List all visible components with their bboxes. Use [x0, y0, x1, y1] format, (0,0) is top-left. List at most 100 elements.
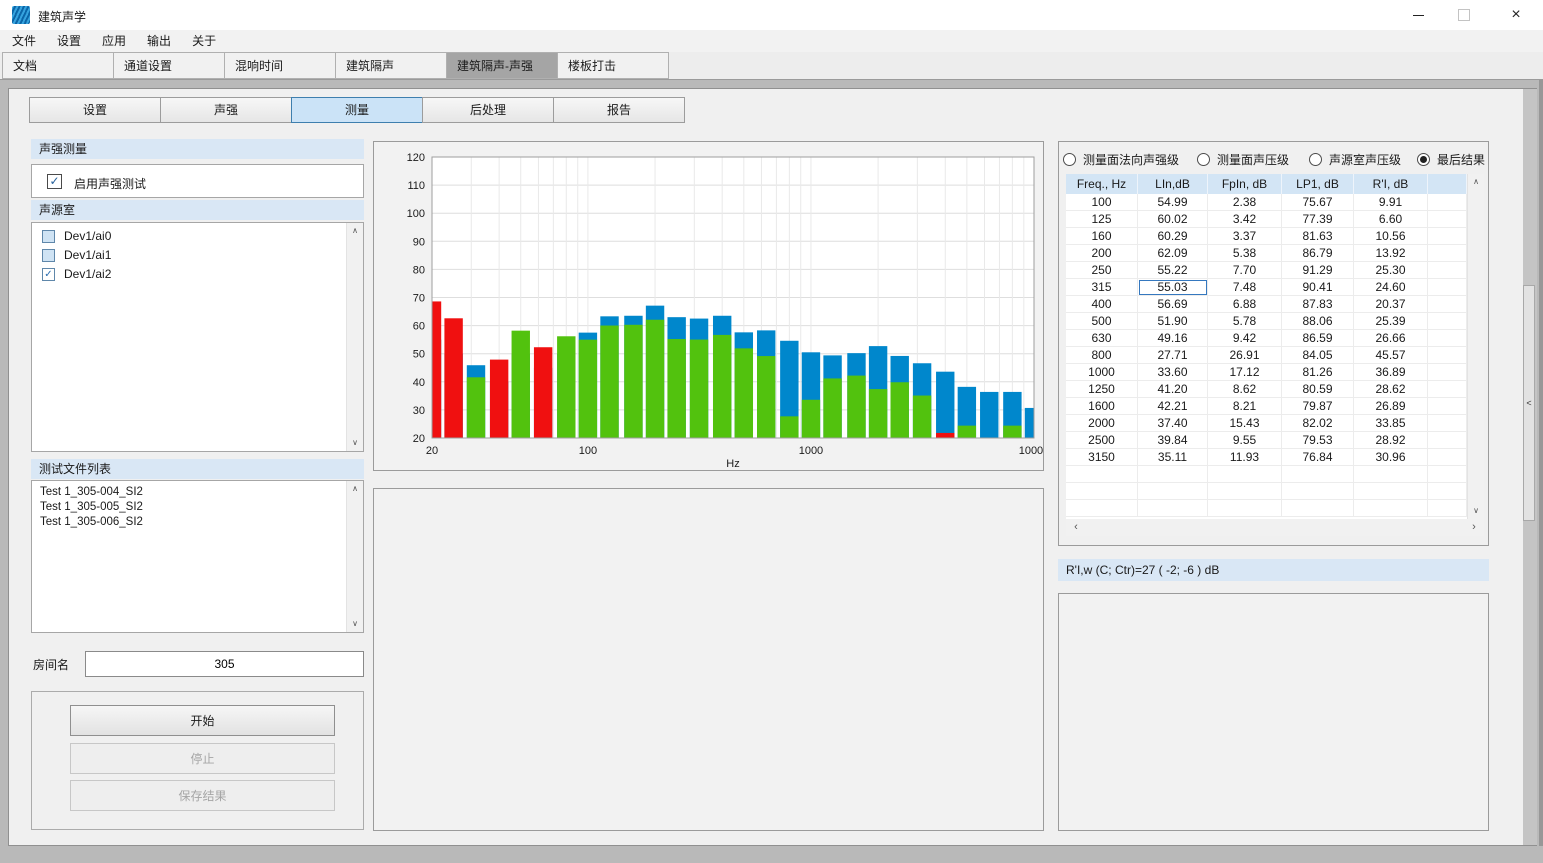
table-cell[interactable]: 27.71 [1138, 347, 1208, 364]
table-cell[interactable]: 26.89 [1354, 398, 1428, 415]
table-cell[interactable] [1428, 211, 1467, 228]
menu-item-settings[interactable]: 设置 [57, 30, 81, 52]
table-cell[interactable]: 41.20 [1138, 381, 1208, 398]
table-cell[interactable] [1282, 466, 1354, 483]
table-cell[interactable]: 9.42 [1208, 330, 1282, 347]
table-cell[interactable]: 84.05 [1282, 347, 1354, 364]
table-cell[interactable]: 30.96 [1354, 449, 1428, 466]
table-cell[interactable]: 26.91 [1208, 347, 1282, 364]
radio-icon[interactable] [1197, 153, 1210, 166]
menu-item-output[interactable]: 输出 [147, 30, 171, 52]
table-cell[interactable]: 80.59 [1282, 381, 1354, 398]
tab-channel-settings[interactable]: 通道设置 [113, 52, 225, 79]
enable-intensity-checkbox[interactable]: ✓ [47, 174, 62, 189]
radio-icon[interactable] [1417, 153, 1430, 166]
channel-checkbox[interactable] [42, 230, 55, 243]
table-cell[interactable] [1066, 483, 1138, 500]
menu-item-application[interactable]: 应用 [102, 30, 126, 52]
subtab-settings[interactable]: 设置 [29, 97, 161, 123]
table-cell[interactable]: 51.90 [1138, 313, 1208, 330]
table-cell[interactable] [1428, 313, 1467, 330]
table-cell[interactable]: 125 [1066, 211, 1138, 228]
table-cell[interactable]: 76.84 [1282, 449, 1354, 466]
menu-item-about[interactable]: 关于 [192, 30, 216, 52]
table-cell[interactable]: 160 [1066, 228, 1138, 245]
tab-floor-impact[interactable]: 楼板打击 [557, 52, 669, 79]
table-cell[interactable]: 33.85 [1354, 415, 1428, 432]
tab-building-insulation-intensity[interactable]: 建筑隔声-声强 [446, 52, 558, 79]
channel-checkbox[interactable] [42, 249, 55, 262]
table-cell[interactable]: 3.42 [1208, 211, 1282, 228]
table-cell[interactable] [1282, 483, 1354, 500]
table-cell[interactable]: 87.83 [1282, 296, 1354, 313]
source-channel-item[interactable]: Dev1/ai0 [32, 227, 363, 246]
table-cell[interactable]: 36.89 [1354, 364, 1428, 381]
radio-final-result[interactable]: 最后结果 [1417, 151, 1485, 167]
table-cell[interactable]: 9.91 [1354, 194, 1428, 211]
table-cell[interactable]: 45.57 [1354, 347, 1428, 364]
test-file-item[interactable]: Test 1_305-006_SI2 [32, 515, 363, 530]
table-cell[interactable]: 25.30 [1354, 262, 1428, 279]
table-cell[interactable] [1354, 466, 1428, 483]
table-cell[interactable]: 3.37 [1208, 228, 1282, 245]
table-cell[interactable] [1428, 483, 1467, 500]
table-cell[interactable] [1282, 500, 1354, 517]
table-cell[interactable]: 630 [1066, 330, 1138, 347]
test-file-item[interactable]: Test 1_305-005_SI2 [32, 500, 363, 515]
scroll-up-icon[interactable]: ∧ [347, 481, 363, 497]
table-cell[interactable]: 200 [1066, 245, 1138, 262]
radio-icon[interactable] [1309, 153, 1322, 166]
scroll-right-icon[interactable]: › [1466, 519, 1482, 536]
radio-icon[interactable] [1063, 153, 1076, 166]
table-cell[interactable] [1138, 500, 1208, 517]
table-cell[interactable] [1428, 279, 1467, 296]
radio-surface-sound-pressure-level[interactable]: 测量面声压级 [1197, 151, 1289, 167]
table-cell[interactable]: 6.60 [1354, 211, 1428, 228]
table-cell[interactable]: 10.56 [1354, 228, 1428, 245]
table-cell[interactable]: 6.88 [1208, 296, 1282, 313]
table-cell[interactable]: 79.87 [1282, 398, 1354, 415]
table-vertical-scrollbar[interactable]: ∧∨ [1467, 174, 1484, 519]
table-cell[interactable] [1428, 245, 1467, 262]
table-cell[interactable]: 86.79 [1282, 245, 1354, 262]
table-cell[interactable]: 250 [1066, 262, 1138, 279]
table-cell[interactable] [1428, 330, 1467, 347]
table-cell[interactable]: 400 [1066, 296, 1138, 313]
table-cell[interactable]: 28.92 [1354, 432, 1428, 449]
scroll-down-icon[interactable]: ∨ [1468, 503, 1484, 519]
table-cell[interactable]: 315 [1066, 279, 1138, 296]
table-cell[interactable] [1428, 381, 1467, 398]
table-cell[interactable]: 28.62 [1354, 381, 1428, 398]
table-cell[interactable]: 8.62 [1208, 381, 1282, 398]
tab-building-insulation[interactable]: 建筑隔声 [335, 52, 447, 79]
table-cell[interactable]: 49.16 [1138, 330, 1208, 347]
menu-item-file[interactable]: 文件 [12, 30, 36, 52]
table-cell[interactable] [1066, 466, 1138, 483]
table-cell[interactable]: 56.69 [1138, 296, 1208, 313]
table-cell[interactable] [1428, 398, 1467, 415]
table-cell[interactable] [1208, 466, 1282, 483]
scroll-down-icon[interactable]: ∨ [347, 435, 363, 451]
table-cell[interactable] [1428, 415, 1467, 432]
close-button[interactable]: × [1489, 0, 1543, 30]
start-button[interactable]: 开始 [70, 705, 335, 736]
table-cell[interactable]: 81.26 [1282, 364, 1354, 381]
channel-checkbox[interactable]: ✓ [42, 268, 55, 281]
tab-reverberation-time[interactable]: 混响时间 [224, 52, 336, 79]
radio-surface-normal-intensity-level[interactable]: 测量面法向声强级 [1063, 151, 1179, 167]
table-cell[interactable]: 75.67 [1282, 194, 1354, 211]
table-cell[interactable]: 20.37 [1354, 296, 1428, 313]
table-cell[interactable]: 1600 [1066, 398, 1138, 415]
table-cell[interactable] [1138, 466, 1208, 483]
table-cell[interactable] [1428, 500, 1467, 517]
table-cell[interactable]: 86.59 [1282, 330, 1354, 347]
table-cell[interactable] [1428, 262, 1467, 279]
source-channel-item[interactable]: ✓Dev1/ai2 [32, 265, 363, 284]
scroll-left-icon[interactable]: ‹ [1068, 519, 1084, 536]
table-cell[interactable]: 7.48 [1208, 279, 1282, 296]
list-scrollbar[interactable]: ∧∨ [346, 223, 363, 451]
list-scrollbar[interactable]: ∧∨ [346, 481, 363, 632]
scroll-down-icon[interactable]: ∨ [347, 616, 363, 632]
table-cell[interactable]: 55.22 [1138, 262, 1208, 279]
table-cell[interactable]: 91.29 [1282, 262, 1354, 279]
